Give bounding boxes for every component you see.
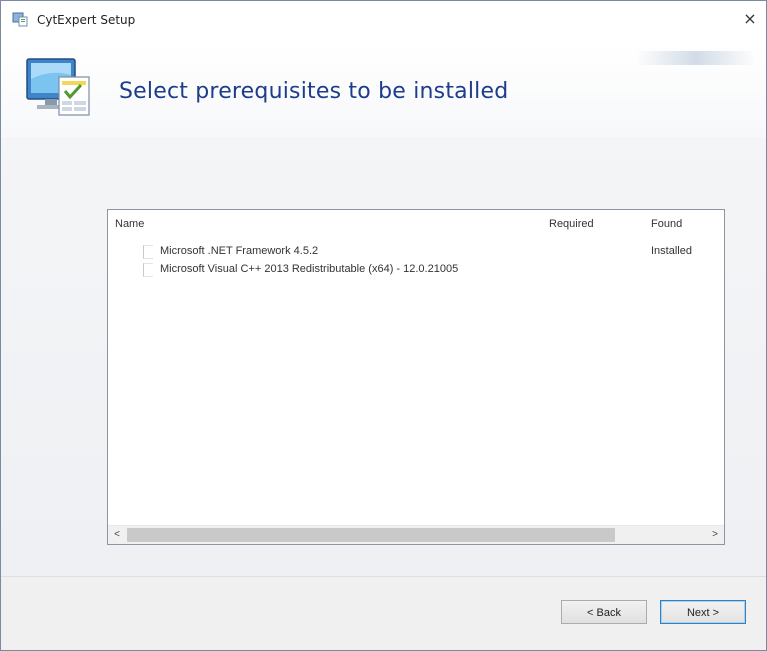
wizard-content: Name Required Found Microsoft .NET Frame… [1, 137, 766, 577]
prerequisite-found: Installed [651, 245, 692, 257]
scroll-thumb[interactable] [127, 528, 615, 542]
prerequisite-name: Microsoft .NET Framework 4.5.2 [160, 245, 319, 257]
column-header-required[interactable]: Required [549, 218, 594, 230]
header-decoration [636, 51, 756, 65]
list-item[interactable]: Microsoft .NET Framework 4.5.2 Installed [108, 243, 724, 259]
column-header-name[interactable]: Name [115, 218, 144, 230]
list-item[interactable]: Microsoft Visual C++ 2013 Redistributabl… [108, 261, 724, 277]
scroll-left-icon[interactable]: < [108, 526, 126, 544]
setup-window: CytExpert Setup × Select prerequisites t… [0, 0, 767, 651]
column-header-found[interactable]: Found [651, 218, 682, 230]
horizontal-scrollbar[interactable]: < > [108, 525, 724, 544]
next-button[interactable]: Next > [660, 600, 746, 624]
back-button[interactable]: < Back [561, 600, 647, 624]
wizard-footer: < Back Next > [1, 576, 766, 650]
setup-app-icon [12, 11, 28, 27]
wizard-header: Select prerequisites to be installed [1, 41, 766, 137]
prerequisite-name: Microsoft Visual C++ 2013 Redistributabl… [160, 263, 459, 275]
prerequisite-checkbox[interactable] [143, 263, 153, 277]
close-button[interactable]: × [738, 7, 762, 31]
prerequisite-checkbox[interactable] [143, 245, 153, 259]
installer-computer-icon [25, 55, 95, 119]
page-title: Select prerequisites to be installed [119, 79, 509, 104]
window-title: CytExpert Setup [37, 13, 136, 27]
list-header: Name Required Found [108, 210, 724, 234]
scroll-right-icon[interactable]: > [706, 526, 724, 544]
prerequisites-list[interactable]: Name Required Found Microsoft .NET Frame… [107, 209, 725, 545]
title-bar: CytExpert Setup × [1, 1, 766, 41]
